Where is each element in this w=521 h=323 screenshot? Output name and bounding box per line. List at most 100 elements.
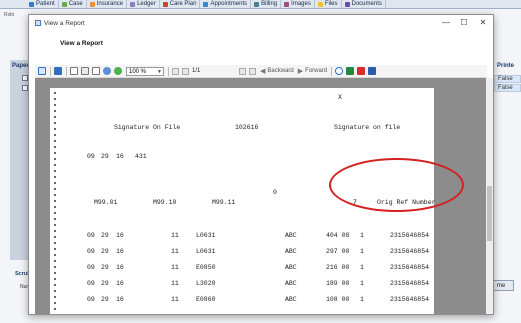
zoom-select[interactable]: 100 % ▼ xyxy=(126,66,164,76)
insured-signature: Signature on file xyxy=(334,124,401,131)
tab-label: Ledger xyxy=(137,1,156,7)
provider-id: 2315646854 xyxy=(390,232,430,239)
service-year: 16 xyxy=(116,232,124,239)
perforation-dot xyxy=(54,284,56,286)
excel-export-icon[interactable] xyxy=(346,67,355,75)
background-tab[interactable]: Images xyxy=(281,0,315,8)
tab-icon xyxy=(162,1,168,7)
service-month: 09 xyxy=(87,296,95,303)
backward-arrow-icon[interactable]: ◀ xyxy=(260,67,265,75)
provider-id: 2315646854 xyxy=(390,280,430,287)
forward-arrow-icon[interactable]: ▶ xyxy=(298,67,303,75)
place-of-service: 11 xyxy=(171,264,179,271)
copy-icon[interactable] xyxy=(81,67,89,75)
perforation-dot xyxy=(54,134,56,136)
binoculars-icon[interactable] xyxy=(54,67,62,75)
perforation-dot xyxy=(54,266,56,268)
next-page-button[interactable] xyxy=(239,67,246,75)
refresh-icon[interactable] xyxy=(335,67,344,75)
perforation-dot xyxy=(54,248,56,250)
window-titlebar[interactable]: View a Report — ☐ ✕ xyxy=(29,15,493,32)
service-day: 29 xyxy=(101,296,109,303)
background-app-title: Rxbi xyxy=(4,12,15,18)
printed-cell: False xyxy=(494,84,521,92)
printed-cell: False xyxy=(494,75,521,83)
charge-amount: 404 08 xyxy=(326,232,350,239)
background-tab[interactable]: Care Plan xyxy=(160,0,201,8)
vertical-scrollbar[interactable] xyxy=(486,78,493,314)
service-day: 29 xyxy=(101,248,109,255)
place-of-service: 11 xyxy=(171,232,179,239)
perforation-dot xyxy=(54,152,56,154)
tab-icon xyxy=(89,1,95,7)
document-map-icon[interactable] xyxy=(38,67,46,75)
perforation-dot xyxy=(54,308,56,310)
perforation-dot xyxy=(54,224,56,226)
first-page-button[interactable] xyxy=(172,67,179,75)
place-of-service: 11 xyxy=(171,280,179,287)
background-tab[interactable]: Ledger xyxy=(127,0,160,8)
provider-code: ABC xyxy=(285,264,297,271)
forward-button[interactable]: Forward xyxy=(305,68,327,74)
perforation-dot xyxy=(54,128,56,130)
perforation-dot xyxy=(54,188,56,190)
perforation-dot xyxy=(54,206,56,208)
perforation-dot xyxy=(54,260,56,262)
report-toolbar: 100 % ▼ 1/1 ◀ Backward ▶ Forward xyxy=(35,65,487,78)
minimize-button[interactable]: — xyxy=(439,18,453,28)
report-x-mark: X xyxy=(338,94,342,101)
tab-icon xyxy=(317,1,323,7)
report-heading: View a Report xyxy=(60,40,103,47)
perforation-dot xyxy=(54,200,56,202)
page-indicator[interactable]: 1/1 xyxy=(192,68,236,74)
app-window-icon xyxy=(35,20,41,26)
tab-icon xyxy=(284,1,290,7)
provider-code: ABC xyxy=(285,248,297,255)
charge-amount: 108 00 xyxy=(326,296,350,303)
service-year: 16 xyxy=(116,280,124,287)
procedure-code: E0850 xyxy=(196,264,216,271)
background-tab[interactable]: Patient xyxy=(26,0,59,8)
background-tab[interactable]: Billing xyxy=(251,0,282,8)
background-tab[interactable]: Files xyxy=(315,0,342,8)
provider-code: ABC xyxy=(285,280,297,287)
service-day: 29 xyxy=(101,264,109,271)
maximize-button[interactable]: ☐ xyxy=(457,18,471,28)
units: 1 xyxy=(360,248,364,255)
perforation-dot xyxy=(54,194,56,196)
background-tab[interactable]: Insurance xyxy=(87,0,128,8)
service-year: 16 xyxy=(116,264,124,271)
close-button[interactable]: ✕ xyxy=(476,18,490,28)
perforation-dot xyxy=(54,278,56,280)
background-tab[interactable]: Documents xyxy=(342,0,386,8)
perforation-dot xyxy=(54,110,56,112)
diagnosis-code: M99.10 xyxy=(153,199,177,206)
background-tab[interactable]: Case xyxy=(59,0,87,8)
background-tab[interactable]: Appointments xyxy=(200,0,252,8)
patient-signature: Signature On File xyxy=(114,124,181,131)
backward-button[interactable]: Backward xyxy=(267,68,293,74)
procedure-code: L0631 xyxy=(196,232,216,239)
perforation-dot xyxy=(54,290,56,292)
tab-label: Files xyxy=(324,1,338,7)
date-value: 431 xyxy=(135,153,147,160)
toolbar-separator xyxy=(168,66,169,76)
perforation-dot xyxy=(54,218,56,220)
perforation-dot xyxy=(54,170,56,172)
zoom-value: 100 % xyxy=(129,68,147,75)
perforation-dot xyxy=(54,116,56,118)
perforation-dot xyxy=(54,254,56,256)
pdf-export-icon[interactable] xyxy=(357,67,366,75)
scrollbar-thumb[interactable] xyxy=(487,186,492,241)
last-page-button[interactable] xyxy=(249,67,256,75)
zoom-in-icon[interactable] xyxy=(103,67,111,75)
paper-column-header: Paper xyxy=(12,63,29,69)
procedure-code: L0631 xyxy=(196,248,216,255)
page-icon[interactable] xyxy=(92,67,100,75)
service-day: 29 xyxy=(101,232,109,239)
page-setup-icon[interactable] xyxy=(70,67,78,75)
annotation-circle xyxy=(329,158,464,212)
zoom-out-icon[interactable] xyxy=(114,67,122,75)
previous-page-button[interactable] xyxy=(182,67,189,75)
word-export-icon[interactable] xyxy=(368,67,377,75)
